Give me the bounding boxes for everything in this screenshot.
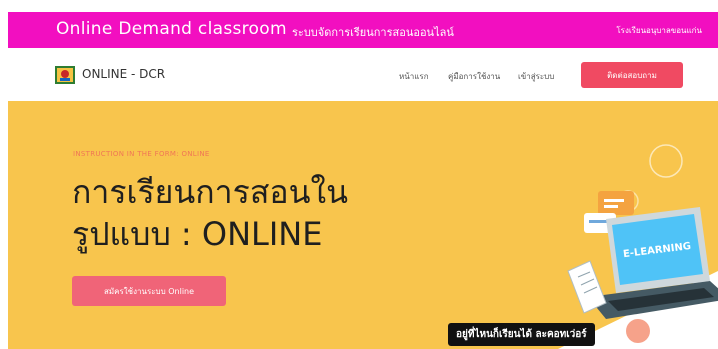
nav-login[interactable]: เข้าสู่ระบบ <box>518 70 554 83</box>
nav-manual[interactable]: คู่มือการใช้งาน <box>448 70 500 83</box>
hero-section: INSTRUCTION IN THE FORM: ONLINE การเรียน… <box>8 101 718 349</box>
site-title: Online Demand classroom <box>56 19 287 39</box>
brand-name[interactable]: ONLINE - DCR <box>82 67 165 81</box>
nav-home[interactable]: หน้าแรก <box>399 70 429 83</box>
hero-headline-line1: การเรียนการสอนใน <box>72 173 348 211</box>
contact-button[interactable]: ติดต่อสอบถาม <box>581 62 683 88</box>
navbar: ONLINE - DCR หน้าแรก คู่มือการใช้งาน เข้… <box>8 48 718 101</box>
school-logo-icon[interactable] <box>55 66 75 84</box>
e-learning-illustration: E-LEARNING <box>558 144 718 349</box>
notepad-icon <box>567 260 607 314</box>
page: Online Demand classroom ระบบจัดการเรียนก… <box>8 12 718 349</box>
hero-eyebrow: INSTRUCTION IN THE FORM: ONLINE <box>73 150 210 158</box>
register-button[interactable]: สมัครใช้งานระบบ Online <box>72 276 226 306</box>
cloud-icon <box>649 144 683 178</box>
hand-icon <box>626 319 650 343</box>
site-subtitle: ระบบจัดการเรียนการสอนออนไลน์ <box>292 26 454 39</box>
hero-headline: การเรียนการสอนใน รูปแบบ : ONLINE <box>72 171 348 255</box>
hero-headline-line2: รูปแบบ : ONLINE <box>72 215 323 253</box>
school-link[interactable]: โรงเรียนอนุบาลขอนแก่น <box>616 24 702 37</box>
chat-bubble-orange <box>598 191 634 215</box>
top-bar: Online Demand classroom ระบบจัดการเรียนก… <box>8 12 718 48</box>
hero-banner: อยู่ที่ไหนก็เรียนได้ ละคอทเว่อร์ <box>448 323 595 346</box>
